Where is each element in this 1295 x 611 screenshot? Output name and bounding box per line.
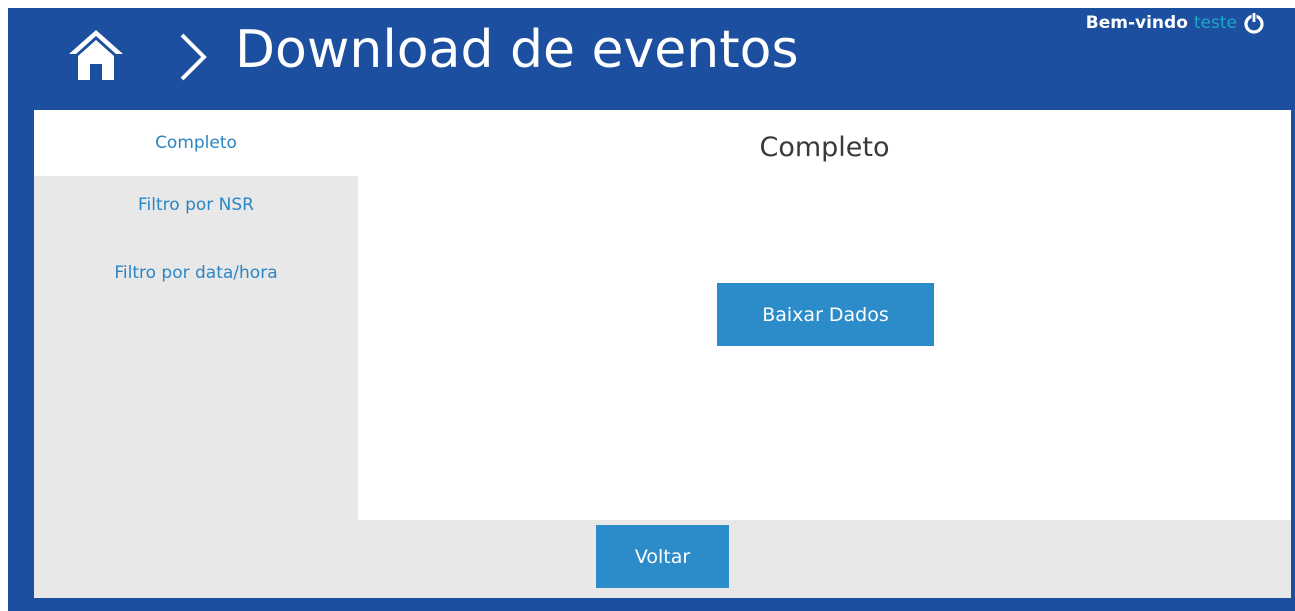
home-icon[interactable]: [66, 24, 126, 84]
footer-bar: Voltar: [358, 520, 1291, 598]
sidebar-item-label: Filtro por data/hora: [114, 263, 278, 283]
main-content: Completo Baixar Dados: [358, 110, 1291, 520]
sidebar-item-label: Filtro por NSR: [138, 195, 254, 215]
username-link[interactable]: teste: [1194, 13, 1237, 33]
app-frame: Download de eventos Bem-vindo teste Comp…: [8, 8, 1295, 611]
power-icon[interactable]: [1243, 12, 1265, 34]
chevron-right-icon: [180, 33, 207, 81]
sidebar: Completo Filtro por NSR Filtro por data/…: [34, 110, 358, 598]
sidebar-item-label: Completo: [155, 133, 237, 153]
section-title: Completo: [759, 132, 890, 163]
sidebar-item-filtro-data-hora[interactable]: Filtro por data/hora: [34, 248, 358, 298]
page-title: Download de eventos: [235, 20, 799, 80]
welcome-message: Bem-vindo teste: [1086, 12, 1265, 34]
sidebar-item-filtro-nsr[interactable]: Filtro por NSR: [34, 180, 358, 230]
header-bar: Download de eventos Bem-vindo teste: [8, 8, 1295, 110]
back-button[interactable]: Voltar: [596, 525, 729, 588]
download-data-button[interactable]: Baixar Dados: [717, 283, 934, 346]
sidebar-item-completo[interactable]: Completo: [34, 110, 358, 176]
welcome-label: Bem-vindo: [1085, 13, 1188, 33]
